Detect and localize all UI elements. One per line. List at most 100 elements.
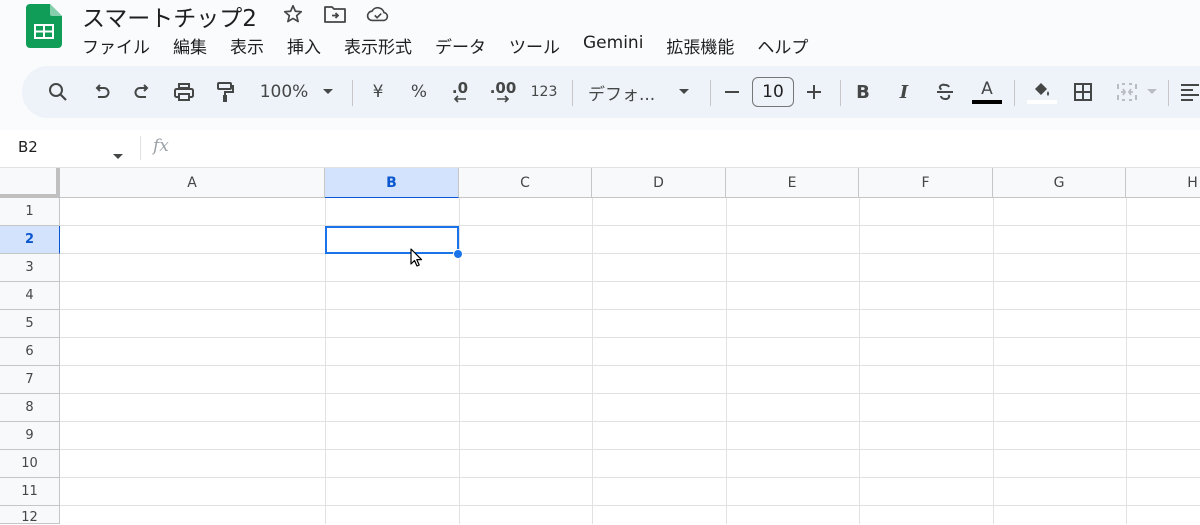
chevron-down-icon[interactable]: [674, 66, 694, 118]
sheet-grid: A B C D E F G H 1 2 3 4 5 6 7 8 9 10 11 …: [0, 168, 1200, 525]
grid-line: [60, 393, 1200, 394]
row-header-2[interactable]: 2: [0, 226, 60, 254]
grid-line: [726, 198, 727, 524]
number-format-button[interactable]: 123: [527, 66, 561, 118]
formula-bar: B2 fx: [0, 130, 1200, 168]
percent-format-button[interactable]: %: [406, 66, 432, 118]
grid-line: [60, 449, 1200, 450]
decrease-font-size-icon[interactable]: [720, 66, 744, 118]
selected-cell-b2[interactable]: [325, 226, 459, 254]
paint-format-icon[interactable]: [211, 66, 239, 118]
grid-line: [1126, 198, 1127, 524]
formula-divider: [140, 136, 141, 160]
menu-gemini[interactable]: Gemini: [583, 33, 643, 58]
arrow-right-icon: [497, 95, 510, 103]
increase-decimal-label: .00: [489, 79, 517, 97]
borders-icon[interactable]: [1070, 66, 1096, 118]
column-header-c[interactable]: C: [459, 168, 592, 198]
column-header-a[interactable]: A: [60, 168, 325, 198]
row-header-3[interactable]: 3: [0, 254, 60, 282]
menu-extensions[interactable]: 拡張機能: [666, 33, 734, 58]
toolbar-divider: [840, 80, 841, 106]
decrease-decimal-label: .0: [451, 79, 469, 97]
row-header-12[interactable]: 12: [0, 506, 60, 525]
grid-line: [60, 421, 1200, 422]
menu-format[interactable]: 表示形式: [344, 33, 412, 58]
text-color-button[interactable]: A: [970, 66, 1004, 118]
font-family-select[interactable]: デフォ...: [588, 66, 666, 118]
toolbar-divider: [1014, 80, 1015, 106]
select-all-corner[interactable]: [0, 168, 60, 198]
grid-line: [859, 198, 860, 524]
paint-bucket-icon: [1035, 82, 1049, 96]
column-header-f[interactable]: F: [859, 168, 993, 198]
strikethrough-icon[interactable]: [931, 66, 959, 118]
italic-button[interactable]: I: [891, 66, 917, 118]
print-icon[interactable]: [170, 66, 198, 118]
text-color-swatch: [972, 100, 1002, 104]
arrow-left-icon: [453, 95, 466, 103]
row-header-6[interactable]: 6: [0, 338, 60, 366]
column-header-d[interactable]: D: [592, 168, 726, 198]
row-header-8[interactable]: 8: [0, 394, 60, 422]
grid-line: [60, 253, 1200, 254]
row-header-10[interactable]: 10: [0, 450, 60, 478]
name-box[interactable]: B2: [18, 138, 38, 156]
decrease-decimal-button[interactable]: .0: [446, 66, 474, 118]
menu-edit[interactable]: 編集: [173, 33, 207, 58]
document-title[interactable]: スマートチップ2: [82, 0, 257, 33]
zoom-select[interactable]: 100%: [252, 66, 316, 118]
mouse-cursor-icon: [410, 248, 424, 272]
grid-line: [592, 198, 593, 524]
toolbar-divider: [352, 80, 353, 106]
grid-line: [60, 477, 1200, 478]
cloud-saved-icon[interactable]: [366, 2, 390, 26]
row-header-11[interactable]: 11: [0, 478, 60, 506]
menu-bar: ファイル 編集 表示 挿入 表示形式 データ ツール Gemini 拡張機能 ヘ…: [82, 33, 831, 58]
text-color-letter: A: [981, 79, 993, 99]
bold-button[interactable]: B: [850, 66, 876, 118]
increase-font-size-icon[interactable]: [802, 66, 826, 118]
search-icon[interactable]: [44, 66, 72, 118]
grid-line: [60, 281, 1200, 282]
menu-data[interactable]: データ: [435, 33, 486, 58]
row-header-5[interactable]: 5: [0, 310, 60, 338]
column-header-g[interactable]: G: [993, 168, 1126, 198]
row-header-1[interactable]: 1: [0, 198, 60, 226]
move-folder-icon[interactable]: [323, 2, 347, 26]
font-size-input[interactable]: 10: [752, 77, 794, 107]
row-header-9[interactable]: 9: [0, 422, 60, 450]
column-header-e[interactable]: E: [726, 168, 859, 198]
menu-file[interactable]: ファイル: [82, 33, 150, 58]
chevron-down-icon[interactable]: [112, 146, 124, 165]
chevron-down-icon[interactable]: [316, 66, 340, 118]
toolbar-divider: [710, 80, 711, 106]
merge-cells-icon[interactable]: [1114, 66, 1140, 118]
column-header-h[interactable]: H: [1126, 168, 1200, 198]
row-header-7[interactable]: 7: [0, 366, 60, 394]
menu-help[interactable]: ヘルプ: [757, 33, 808, 58]
fill-handle[interactable]: [453, 249, 463, 259]
sheets-logo[interactable]: [26, 4, 62, 48]
currency-format-button[interactable]: ¥: [365, 66, 391, 118]
chevron-down-icon[interactable]: [1142, 66, 1162, 118]
fx-icon: fx: [153, 136, 169, 156]
grid-line: [60, 337, 1200, 338]
top-bar: スマートチップ2 ファイル 編集 表示 挿入 表示形式 データ ツール Gemi…: [0, 0, 1200, 130]
menu-tools[interactable]: ツール: [509, 33, 560, 58]
toolbar-divider: [572, 80, 573, 106]
row-header-4[interactable]: 4: [0, 282, 60, 310]
grid-line: [60, 309, 1200, 310]
grid-line: [60, 225, 1200, 226]
undo-icon[interactable]: [88, 66, 116, 118]
increase-decimal-button[interactable]: .00: [486, 66, 520, 118]
grid-line: [60, 505, 1200, 506]
star-icon[interactable]: [281, 2, 305, 26]
menu-view[interactable]: 表示: [230, 33, 264, 58]
fill-color-swatch: [1027, 99, 1057, 104]
column-header-b[interactable]: B: [325, 168, 459, 198]
fill-color-button[interactable]: [1024, 66, 1060, 118]
menu-insert[interactable]: 挿入: [287, 33, 321, 58]
redo-icon[interactable]: [128, 66, 156, 118]
align-left-icon[interactable]: [1178, 66, 1200, 118]
